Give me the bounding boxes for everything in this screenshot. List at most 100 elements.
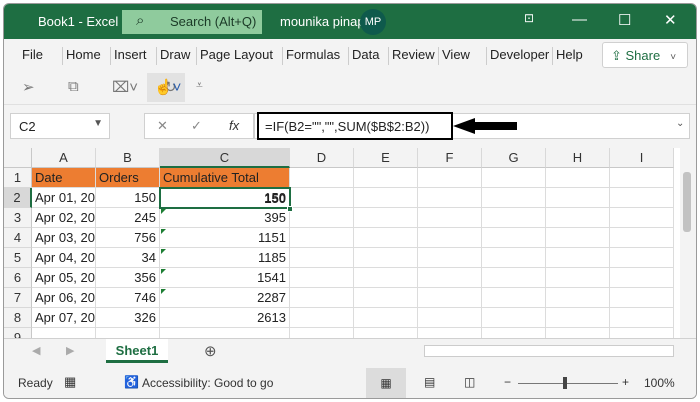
cell[interactable] (354, 268, 418, 288)
column-header-f[interactable]: F (418, 148, 482, 168)
prev-sheet-icon[interactable]: ◀ (32, 344, 40, 357)
tab-draw[interactable]: Draw (160, 47, 190, 62)
tab-home[interactable]: Home (66, 47, 101, 62)
tab-developer[interactable]: Developer (490, 47, 549, 62)
accessibility-check-icon[interactable]: ⌧˅ (112, 78, 138, 96)
add-sheet-icon[interactable]: ⊕ (204, 342, 217, 360)
cell[interactable] (482, 268, 546, 288)
cell[interactable]: Apr 05, 20 (32, 268, 96, 288)
cell[interactable]: 756 (96, 228, 160, 248)
row-header[interactable]: 3 (4, 208, 32, 228)
insert-function-icon[interactable]: fx (229, 118, 239, 133)
cell[interactable] (32, 328, 96, 338)
cell[interactable]: 2287 (160, 288, 290, 308)
cell[interactable] (610, 248, 674, 268)
enter-icon[interactable]: ✓ (191, 118, 202, 134)
tab-review[interactable]: Review (392, 47, 435, 62)
cell[interactable]: Apr 01, 20 (32, 188, 96, 208)
cell[interactable] (610, 168, 674, 188)
error-indicator-icon[interactable] (161, 289, 166, 294)
cell[interactable] (546, 248, 610, 268)
tab-data[interactable]: Data (352, 47, 379, 62)
cell[interactable] (546, 188, 610, 208)
column-header-a[interactable]: A (32, 148, 96, 168)
search-box[interactable]: ⌕ Search (Alt+Q) (122, 10, 262, 34)
cell[interactable] (418, 168, 482, 188)
cell[interactable] (610, 308, 674, 328)
cell[interactable]: Apr 06, 20 (32, 288, 96, 308)
tab-page-layout[interactable]: Page Layout (200, 47, 273, 62)
zoom-slider[interactable] (518, 383, 618, 384)
cell[interactable] (418, 328, 482, 338)
cell[interactable] (610, 268, 674, 288)
zoom-in-icon[interactable]: + (622, 375, 629, 389)
cell[interactable] (610, 328, 674, 338)
cell[interactable] (546, 228, 610, 248)
cell[interactable] (290, 288, 354, 308)
cell[interactable] (160, 328, 290, 338)
cell[interactable] (482, 308, 546, 328)
cell[interactable] (290, 168, 354, 188)
cell[interactable] (354, 288, 418, 308)
row-header[interactable]: 7 (4, 288, 32, 308)
minimize-icon[interactable]: — (572, 11, 587, 28)
cell[interactable] (290, 308, 354, 328)
cell[interactable] (482, 328, 546, 338)
cell[interactable] (546, 168, 610, 188)
cell[interactable] (418, 188, 482, 208)
tab-view[interactable]: View (442, 47, 470, 62)
cell[interactable]: 746 (96, 288, 160, 308)
row-header[interactable]: 6 (4, 268, 32, 288)
cell[interactable] (354, 308, 418, 328)
column-header-g[interactable]: G (482, 148, 546, 168)
cell[interactable] (290, 268, 354, 288)
name-box[interactable]: C2 ▼ (10, 113, 110, 139)
row-header[interactable]: 1 (4, 168, 32, 188)
header-cell[interactable]: Cumulative Total (160, 168, 290, 188)
horizontal-scrollbar[interactable] (424, 345, 674, 357)
cancel-icon[interactable]: ✕ (157, 118, 168, 134)
page-break-view-icon[interactable]: ◫ (464, 375, 475, 389)
cell[interactable] (482, 248, 546, 268)
tab-help[interactable]: Help (556, 47, 583, 62)
row-header[interactable]: 8 (4, 308, 32, 328)
normal-view-icon[interactable]: ▦ (366, 368, 406, 398)
cell[interactable]: 1541 (160, 268, 290, 288)
cell[interactable] (610, 288, 674, 308)
column-header-h[interactable]: H (546, 148, 610, 168)
cell[interactable] (290, 328, 354, 338)
zoom-level[interactable]: 100% (644, 376, 675, 390)
cell[interactable] (354, 328, 418, 338)
touch-mouse-mode-icon[interactable]: ☝˅ (154, 78, 181, 96)
vertical-scrollbar[interactable] (680, 148, 694, 338)
cell[interactable] (418, 268, 482, 288)
header-cell[interactable]: Date (32, 168, 96, 188)
scrollbar-thumb[interactable] (683, 172, 691, 232)
chevron-down-icon[interactable]: ▼ (93, 118, 103, 129)
cell[interactable] (354, 208, 418, 228)
column-header-d[interactable]: D (290, 148, 354, 168)
error-indicator-icon[interactable] (161, 229, 166, 234)
formula-text[interactable]: =IF(B2="","",SUM($B$2:B2)) (257, 112, 453, 140)
cell[interactable]: 34 (96, 248, 160, 268)
tab-insert[interactable]: Insert (114, 47, 147, 62)
zoom-slider-handle[interactable] (563, 377, 567, 389)
cell[interactable]: 150 (96, 188, 160, 208)
cell[interactable]: 356 (96, 268, 160, 288)
active-cell[interactable]: 150 (159, 187, 291, 209)
row-header[interactable]: 4 (4, 228, 32, 248)
cell[interactable]: 395 (160, 208, 290, 228)
tab-formulas[interactable]: Formulas (286, 47, 340, 62)
cell[interactable] (610, 228, 674, 248)
cell[interactable] (546, 328, 610, 338)
sheet-tab[interactable]: Sheet1 (106, 339, 168, 363)
fill-handle[interactable] (287, 206, 293, 212)
cell[interactable] (290, 208, 354, 228)
cell[interactable] (482, 288, 546, 308)
page-layout-view-icon[interactable]: ▤ (424, 375, 435, 389)
column-header-i[interactable]: I (610, 148, 674, 168)
accessibility-status[interactable]: Accessibility: Good to go (142, 376, 273, 390)
row-header[interactable]: 2 (4, 188, 32, 208)
header-cell[interactable]: Orders (96, 168, 160, 188)
column-header-b[interactable]: B (96, 148, 160, 168)
